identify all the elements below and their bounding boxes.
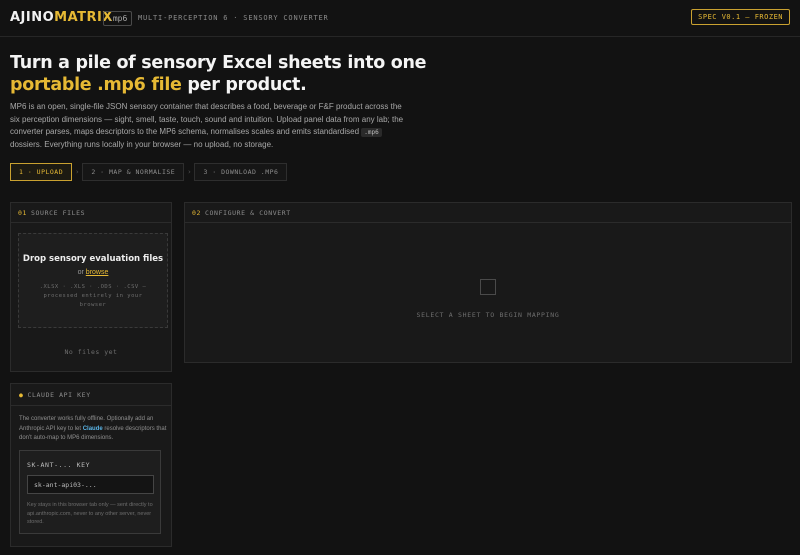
panel-number: 02 [192, 209, 202, 217]
empty-state-icon [480, 279, 496, 295]
api-key-description: The converter works fully offline. Optio… [19, 415, 169, 444]
supported-formats-text: .XLSX · .XLS · .ODS · .CSV — processed e… [39, 284, 147, 308]
panel-title: SOURCE FILES [31, 209, 86, 217]
app-tagline: MULTI-PERCEPTION 6 · SENSORY CONVERTER [138, 14, 329, 22]
drop-zone-or: or browse [19, 269, 167, 276]
hero-desc-part2: dossiers. Everything runs locally in you… [10, 139, 274, 149]
bullet-icon: ● [19, 391, 24, 399]
logo-text-primary: AJINO [10, 10, 55, 25]
claude-api-key-panel: ● CLAUDE API KEY The converter works full… [10, 383, 172, 547]
panel-number: 01 [18, 209, 28, 217]
step-separator-icon: › [187, 168, 192, 176]
step-map-normalise-tab[interactable]: 2 · MAP & NORMALISE [82, 163, 185, 181]
source-files-panel: 01 SOURCE FILES Drop sensory evaluation f… [10, 202, 172, 372]
api-key-form: SK-ANT-... KEY Key stays in this browser… [19, 450, 161, 534]
api-key-label: SK-ANT-... KEY [27, 461, 91, 469]
step-download-tab[interactable]: 3 · DOWNLOAD .MP6 [194, 163, 288, 181]
api-key-privacy-note: Key stays in this browser tab only — sen… [27, 502, 153, 525]
spec-version-badge: SPEC V0.1 — FROZEN [691, 9, 790, 25]
drop-or-text: or [77, 269, 86, 276]
api-panel-title: CLAUDE API KEY [27, 391, 91, 399]
top-bar: AJINOMATRIX .mp6 MULTI-PERCEPTION 6 · SE… [0, 0, 800, 37]
claude-name: Claude [82, 425, 103, 432]
api-key-input[interactable] [27, 475, 154, 494]
no-files-message: No files yet [64, 348, 118, 356]
empty-state-message: SELECT A SHEET TO BEGIN MAPPING [416, 311, 560, 319]
app-logo[interactable]: AJINOMATRIX [10, 10, 113, 25]
file-drop-zone[interactable]: Drop sensory evaluation files or browse … [18, 233, 168, 328]
step-upload-tab[interactable]: 1 · UPLOAD [10, 163, 73, 181]
extension-badge: .mp6 [103, 11, 133, 26]
step-tabs: 1 · UPLOAD › 2 · MAP & NORMALISE › 3 · D… [10, 163, 288, 181]
api-key-header[interactable]: ● CLAUDE API KEY [11, 384, 171, 406]
panel-title: CONFIGURE & CONVERT [205, 209, 291, 217]
configure-convert-panel: 02 CONFIGURE & CONVERT SELECT A SHEET TO … [184, 202, 792, 363]
source-files-header: 01 SOURCE FILES [11, 203, 171, 223]
browse-link[interactable]: browse [86, 269, 109, 276]
hero-desc-part1: MP6 is an open, single-file JSON sensory… [10, 102, 404, 136]
step-separator-icon: › [75, 168, 80, 176]
hero-title-part1: Turn a pile of sensory Excel sheets into… [10, 53, 427, 73]
hero-title: Turn a pile of sensory Excel sheets into… [10, 52, 440, 96]
hero-title-highlight: portable .mp6 file [10, 75, 182, 95]
hero-description: MP6 is an open, single-file JSON sensory… [10, 101, 410, 151]
drop-zone-title: Drop sensory evaluation files [22, 254, 164, 264]
mp6-code-chip: .mp6 [361, 128, 382, 137]
configure-header: 02 CONFIGURE & CONVERT [185, 203, 791, 223]
hero-title-part2: per product. [181, 75, 307, 95]
